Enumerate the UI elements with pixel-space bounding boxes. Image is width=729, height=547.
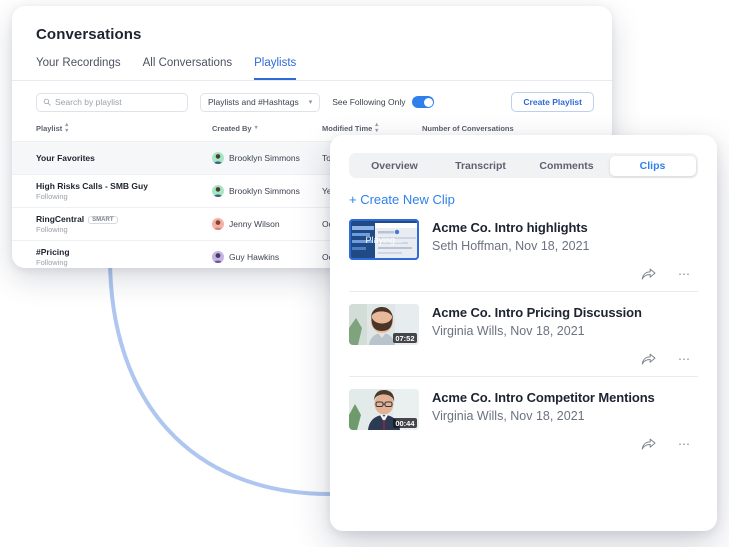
clip-thumbnail[interactable]: 00:44 — [349, 389, 419, 430]
clip-meta: Acme Co. Intro Pricing Discussion Virgin… — [432, 304, 642, 345]
search-icon — [43, 98, 51, 106]
tab-clips[interactable]: Clips — [609, 155, 696, 176]
created-by-cell: Guy Hawkins — [212, 251, 322, 263]
create-new-clip-link[interactable]: + Create New Clip — [330, 178, 717, 207]
column-header-playlist[interactable]: Playlist ▴ ▾ — [36, 122, 212, 134]
primary-tabs: Your Recordings All Conversations Playli… — [12, 43, 612, 81]
share-icon[interactable] — [641, 267, 656, 281]
avatar — [212, 251, 224, 263]
created-by-cell: Brooklyn Simmons — [212, 185, 322, 197]
clip-title: Acme Co. Intro Pricing Discussion — [432, 305, 642, 320]
clip-subtitle: Seth Hoffman, Nov 18, 2021 — [432, 239, 590, 253]
see-following-only-control[interactable]: See Following Only — [332, 96, 435, 108]
more-options-icon[interactable]: ⋯ — [678, 438, 691, 450]
more-options-icon[interactable]: ⋯ — [678, 268, 691, 280]
playlist-toolbar: Search by playlist Playlists and #Hashta… — [12, 81, 612, 112]
clip-thumbnail[interactable]: Playing... — [349, 219, 419, 260]
avatar — [212, 218, 224, 230]
sort-icon: ▴ ▾ — [375, 122, 379, 134]
clip-status-label: Playing... — [365, 234, 403, 245]
see-following-only-toggle[interactable] — [412, 96, 435, 108]
create-playlist-button[interactable]: Create Playlist — [511, 92, 594, 112]
playlist-name: #Pricing — [36, 247, 70, 257]
see-following-only-label: See Following Only — [332, 97, 406, 107]
clip-actions: ⋯ — [330, 430, 717, 451]
playlist-name: Your Favorites — [36, 153, 95, 163]
clip-duration-badge: 07:52 — [392, 333, 417, 343]
tab-playlists[interactable]: Playlists — [254, 57, 297, 80]
playlist-name-text: RingCentral — [36, 214, 85, 224]
clip-meta: Acme Co. Intro Competitor Mentions Virgi… — [432, 389, 655, 430]
clip-actions: ⋯ — [330, 260, 717, 281]
playlist-cell: RingCentral SMART Following — [36, 214, 212, 234]
clip-title: Acme Co. Intro Competitor Mentions — [432, 390, 655, 405]
playlist-following-label: Following — [36, 225, 68, 234]
sort-icon: ▴ ▾ — [65, 122, 69, 134]
avatar — [212, 185, 224, 197]
sort-icon: ▾ — [254, 125, 258, 131]
column-header-number-of-conversations: Number of Conversations — [422, 123, 514, 133]
tab-overview[interactable]: Overview — [352, 156, 438, 176]
search-input[interactable]: Search by playlist — [36, 92, 188, 112]
avatar — [212, 152, 224, 164]
clips-panel: Overview Transcript Comments Clips + Cre… — [330, 135, 717, 531]
created-by-name: Guy Hawkins — [229, 252, 280, 262]
search-placeholder: Search by playlist — [55, 97, 122, 107]
playlist-following-label: Following — [36, 192, 68, 201]
clip-meta: Acme Co. Intro highlights Seth Hoffman, … — [432, 219, 590, 260]
clip-subtitle: Virginia Wills, Nov 18, 2021 — [432, 324, 585, 338]
page-title: Conversations — [36, 26, 142, 43]
clip-item[interactable]: Playing... Acme Co. Intro highlights Set… — [330, 207, 717, 260]
smart-badge: SMART — [88, 215, 118, 224]
tab-transcript[interactable]: Transcript — [438, 156, 524, 176]
chevron-down-icon: ▾ — [308, 99, 313, 106]
playlist-cell: Your Favorites — [36, 153, 212, 163]
playlist-cell: #Pricing Following — [36, 247, 212, 267]
tab-your-recordings[interactable]: Your Recordings — [36, 57, 121, 80]
playlist-cell: High Risks Calls - SMB Guy Following — [36, 181, 212, 201]
column-header-created-by-label: Created By — [212, 123, 252, 133]
created-by-name: Brooklyn Simmons — [229, 153, 300, 163]
clip-duration-badge: 00:44 — [392, 418, 417, 428]
created-by-cell: Brooklyn Simmons — [212, 152, 322, 164]
tab-all-conversations[interactable]: All Conversations — [143, 57, 232, 80]
share-icon[interactable] — [641, 437, 656, 451]
playlist-name: RingCentral SMART — [36, 214, 212, 224]
created-by-name: Jenny Wilson — [229, 219, 280, 229]
created-by-name: Brooklyn Simmons — [229, 186, 300, 196]
playlist-name: High Risks Calls - SMB Guy — [36, 181, 148, 191]
filter-select[interactable]: Playlists and #Hashtags ▾ — [200, 92, 321, 112]
column-header-modified-time[interactable]: Modified Time ▴ ▾ — [322, 122, 422, 134]
detail-tabs: Overview Transcript Comments Clips — [349, 153, 698, 178]
toggle-knob — [423, 97, 433, 107]
playlist-following-label: Following — [36, 258, 68, 267]
clip-title: Acme Co. Intro highlights — [432, 220, 588, 235]
column-header-created-by[interactable]: Created By ▾ — [212, 122, 322, 134]
clip-subtitle: Virginia Wills, Nov 18, 2021 — [432, 409, 585, 423]
clip-item[interactable]: 00:44 Acme Co. Intro Competitor Mentions… — [330, 377, 717, 430]
more-options-icon[interactable]: ⋯ — [678, 353, 691, 365]
screenshot-root: Conversations Your Recordings All Conver… — [0, 0, 729, 547]
column-header-modified-time-label: Modified Time — [322, 123, 373, 133]
tab-comments[interactable]: Comments — [524, 156, 610, 176]
clip-item[interactable]: 07:52 Acme Co. Intro Pricing Discussion … — [330, 292, 717, 345]
clip-thumbnail[interactable]: 07:52 — [349, 304, 419, 345]
clip-actions: ⋯ — [330, 345, 717, 366]
share-icon[interactable] — [641, 352, 656, 366]
created-by-cell: Jenny Wilson — [212, 218, 322, 230]
filter-select-label: Playlists and #Hashtags — [208, 97, 299, 107]
column-header-playlist-label: Playlist — [36, 123, 63, 133]
